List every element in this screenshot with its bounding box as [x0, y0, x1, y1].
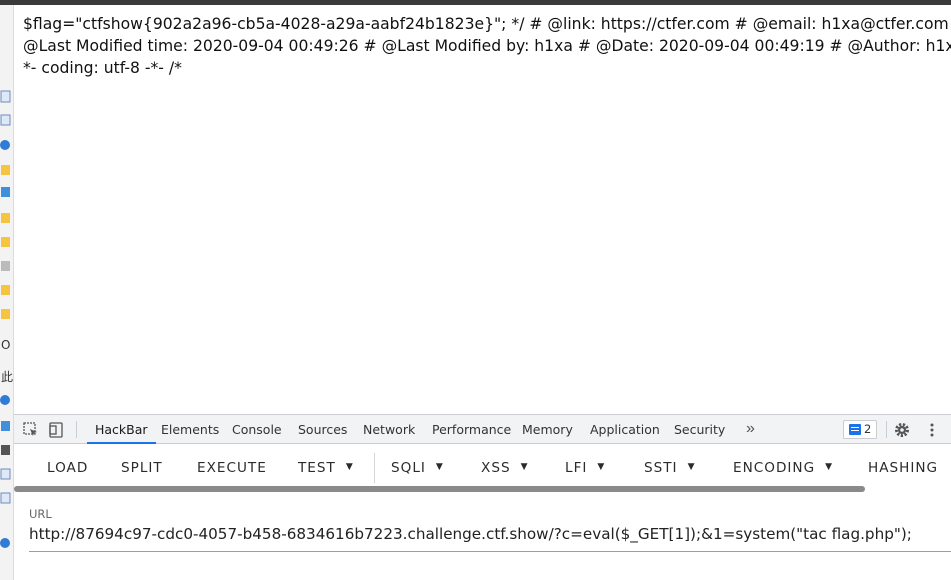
tab-performance[interactable]: Performance: [432, 415, 511, 444]
url-underline: [29, 551, 951, 552]
message-icon: [849, 424, 861, 435]
tab-memory[interactable]: Memory: [522, 415, 573, 444]
caret-down-icon: ▼: [345, 462, 354, 472]
caret-down-icon: ▼: [597, 462, 606, 472]
tab-elements[interactable]: Elements: [161, 415, 219, 444]
more-tabs-icon[interactable]: »: [746, 415, 755, 444]
tab-hackbar[interactable]: HackBar: [87, 415, 156, 444]
hashing-dropdown-label: HASHING: [868, 460, 939, 476]
page-body-text: $flag="ctfshow{902a2a96-cb5a-4028-a29a-a…: [23, 13, 951, 79]
execute-button-label: EXECUTE: [197, 460, 267, 476]
desktop-icons-strip: [0, 90, 11, 548]
inspect-element-icon[interactable]: [22, 421, 40, 439]
url-input[interactable]: http://87694c97-cdc0-4057-b458-6834616b7…: [29, 525, 912, 543]
page-text-line: @Last Modified time: 2020-09-04 00:49:26…: [23, 37, 951, 55]
side-label-this: 此: [1, 370, 14, 384]
devtools-tab-bar: HackBar Elements Console Sources Network…: [14, 415, 951, 444]
encoding-dropdown-label: ENCODING: [733, 460, 816, 476]
devtools-panel: HackBar Elements Console Sources Network…: [14, 414, 951, 580]
test-dropdown-label: TEST: [298, 460, 336, 476]
desktop-side-strip: O 此: [0, 5, 14, 580]
caret-down-icon: ▼: [825, 462, 834, 472]
url-label: URL: [29, 507, 52, 521]
split-button-label: SPLIT: [121, 460, 163, 476]
caret-down-icon: ▼: [435, 462, 444, 472]
device-toolbar-icon[interactable]: [47, 421, 65, 439]
side-label-o: O: [1, 338, 11, 352]
tab-console[interactable]: Console: [232, 415, 282, 444]
url-field[interactable]: URL http://87694c97-cdc0-4057-b458-68346…: [14, 495, 951, 580]
toolbar-scrollbar-thumb[interactable]: [14, 486, 865, 492]
settings-gear-icon[interactable]: [893, 421, 911, 439]
ssti-dropdown-label: SSTI: [644, 460, 678, 476]
issues-count: 2: [864, 422, 872, 436]
sqli-dropdown-label: SQLI: [391, 460, 426, 476]
xss-dropdown-label: XSS: [481, 460, 511, 476]
tab-separator: [886, 421, 887, 438]
tab-application[interactable]: Application: [590, 415, 660, 444]
caret-down-icon: ▼: [687, 462, 696, 472]
tab-sources[interactable]: Sources: [298, 415, 347, 444]
lfi-dropdown-label: LFI: [565, 460, 588, 476]
page-text-line: $flag="ctfshow{902a2a96-cb5a-4028-a29a-a…: [23, 15, 951, 33]
tab-security[interactable]: Security: [674, 415, 725, 444]
tab-separator: [76, 421, 77, 438]
load-button-label: LOAD: [47, 460, 89, 476]
toolbar-divider: [374, 453, 375, 483]
issues-badge[interactable]: 2: [843, 420, 877, 439]
window-top-bar: [0, 0, 951, 5]
caret-down-icon: ▼: [520, 462, 529, 472]
tab-network[interactable]: Network: [363, 415, 415, 444]
page-text-line: *- coding: utf-8 -*- /*: [23, 59, 182, 77]
more-options-icon[interactable]: [923, 421, 941, 439]
